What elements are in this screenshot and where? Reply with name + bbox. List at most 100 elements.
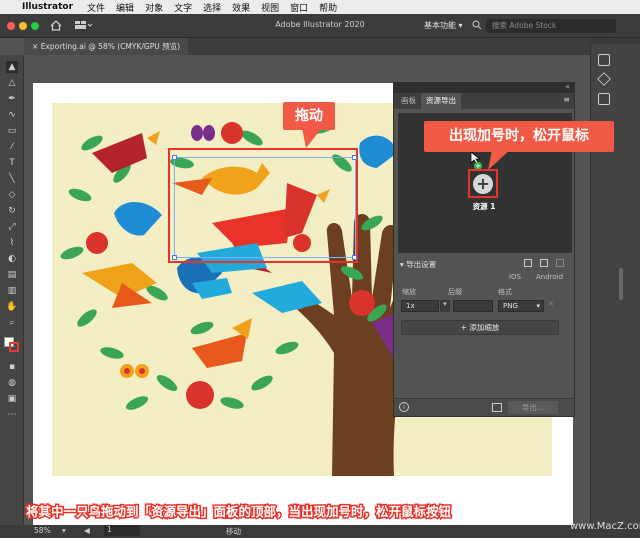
add-scale-button[interactable]: + 添加缩放 — [401, 320, 559, 335]
draw-mode-icon[interactable]: ◍ — [6, 377, 18, 389]
panel-menu-icon[interactable]: ≡ — [563, 95, 570, 104]
chevron-down-icon[interactable]: ▾ — [440, 300, 450, 312]
shape-builder-tool-icon[interactable]: ◐ — [6, 253, 18, 265]
menu-effect[interactable]: 效果 — [232, 1, 250, 14]
document-tab-bar: × Exporting.ai @ 58% (CMYK/GPU 预览) — [24, 38, 624, 55]
minimize-window-button[interactable] — [19, 22, 27, 30]
type-tool-icon[interactable]: T — [6, 157, 18, 169]
export-button[interactable]: 导出... — [508, 401, 558, 414]
delete-icon[interactable] — [556, 259, 564, 267]
zoom-level[interactable]: 58% — [34, 526, 51, 535]
drag-callout-pointer — [302, 128, 322, 148]
tools-panel: ▲ △ ✒ ∿ ▭ ⁄ T ╲ ◇ ↻ ⤢ ⌇ ◐ ▤ ▥ ✋ ⌕ ▪ ◍ ▣ … — [0, 55, 24, 525]
graph-tool-icon[interactable]: ▥ — [6, 285, 18, 297]
suffix-column-label: 后缀 — [448, 288, 462, 296]
menu-select[interactable]: 选择 — [203, 1, 221, 14]
menu-help[interactable]: 帮助 — [319, 1, 337, 14]
zoom-window-button[interactable] — [31, 22, 39, 30]
current-tool-label: 移动 — [226, 527, 241, 536]
scale-select[interactable]: 1x — [401, 300, 439, 312]
right-panel-dock — [590, 38, 640, 525]
chevron-down-icon[interactable]: ▾ — [62, 526, 66, 535]
menu-object[interactable]: 对象 — [145, 1, 163, 14]
direct-selection-tool-icon[interactable]: △ — [6, 77, 18, 89]
export-settings-header[interactable]: ▾ 导出设置 — [400, 259, 436, 270]
screen-mode-icon[interactable]: ▣ — [6, 393, 18, 405]
bounding-box-handle[interactable] — [352, 155, 357, 160]
libraries-panel-icon[interactable] — [598, 93, 610, 105]
hand-tool-icon[interactable]: ✋ — [6, 301, 18, 313]
bounding-box-handle[interactable] — [172, 155, 177, 160]
adobe-stock-search-input[interactable]: 搜索 Adobe Stock — [486, 19, 616, 33]
menu-file[interactable]: 文件 — [87, 1, 105, 14]
mac-menu-bar: Illustrator 文件 编辑 对象 文字 选择 效果 视图 窗口 帮助 — [0, 0, 640, 14]
bounding-box-handle[interactable] — [172, 255, 177, 260]
scale-column-label: 缩放 — [402, 288, 416, 296]
rotate-tool-icon[interactable]: ↻ — [6, 205, 18, 217]
remove-scale-icon[interactable]: ✕ — [548, 300, 554, 308]
pen-tool-icon[interactable]: ✒ — [6, 93, 18, 105]
panel-tabs: 画板 资源导出 ≡ — [394, 93, 574, 109]
release-callout-pointer — [488, 150, 510, 170]
chevron-down-icon: ▾ — [458, 21, 463, 30]
ios-preset-icon[interactable] — [524, 259, 532, 267]
bounding-box-handle[interactable] — [352, 255, 357, 260]
zoom-tool-icon[interactable]: ⌕ — [6, 317, 18, 329]
menu-type[interactable]: 文字 — [174, 1, 192, 14]
drag-callout: 拖动 — [283, 102, 335, 130]
dock-collapse-bar — [591, 38, 640, 44]
gradient-tool-icon[interactable]: ▤ — [6, 269, 18, 281]
curvature-tool-icon[interactable]: ∿ — [6, 109, 18, 121]
asset-name-label[interactable]: 资源 1 — [464, 201, 504, 212]
document-tab[interactable]: × Exporting.ai @ 58% (CMYK/GPU 预览) — [24, 38, 189, 55]
menu-window[interactable]: 窗口 — [290, 1, 308, 14]
selection-tool-icon[interactable]: ▲ — [6, 61, 18, 73]
scale-value: 1x — [406, 302, 415, 310]
menu-view[interactable]: 视图 — [261, 1, 279, 14]
panel-drag-bar[interactable]: « — [394, 82, 574, 93]
android-label[interactable]: Android — [536, 273, 563, 281]
workspace-label: 基本功能 — [424, 21, 456, 30]
export-for-screens-icon[interactable] — [492, 403, 502, 412]
format-select[interactable]: PNG ▾ — [498, 300, 544, 312]
suffix-input[interactable] — [453, 300, 493, 312]
tab-close-icon[interactable]: × — [32, 42, 38, 51]
selection-bounding-box[interactable] — [174, 157, 356, 258]
search-icon — [472, 20, 482, 30]
panel-footer: i 导出... — [394, 398, 574, 416]
workspace-switcher[interactable]: 基本功能 ▾ — [424, 20, 463, 31]
info-icon[interactable]: i — [399, 402, 409, 412]
arrange-documents-icon[interactable] — [74, 20, 92, 30]
tab-artboards[interactable]: 画板 — [396, 93, 421, 109]
tutorial-caption: 将其中一只鸟拖动到「资源导出」面板的顶部，当出现加号时，松开鼠标按钮 — [24, 503, 452, 521]
paintbrush-tool-icon[interactable]: ⁄ — [6, 141, 18, 153]
add-asset-glyph: + — [476, 174, 490, 193]
release-callout: 出现加号时，松开鼠标 — [424, 121, 614, 152]
home-icon[interactable] — [50, 20, 62, 31]
tab-asset-export[interactable]: 资源导出 — [421, 93, 461, 109]
eyedropper-tool-icon[interactable]: ⌇ — [6, 237, 18, 249]
app-menu-illustrator[interactable]: Illustrator — [22, 2, 73, 12]
stroke-color-swatch[interactable] — [9, 342, 19, 352]
panel-collapse-icon[interactable]: « — [565, 82, 570, 91]
artboard-number-field[interactable]: 1 — [104, 525, 140, 536]
line-tool-icon[interactable]: ╲ — [6, 173, 18, 185]
previous-artboard-icon[interactable]: ◀ — [84, 526, 90, 535]
eraser-tool-icon[interactable]: ◇ — [6, 189, 18, 201]
dock-scrollbar[interactable] — [619, 268, 623, 300]
layers-panel-icon[interactable] — [597, 72, 611, 86]
ios-label[interactable]: iOS — [509, 273, 521, 281]
status-bar: 58% ▾ ◀ 1 移动 — [0, 525, 640, 538]
rectangle-tool-icon[interactable]: ▭ — [6, 125, 18, 137]
menu-edit[interactable]: 编辑 — [116, 1, 134, 14]
color-mode-icon[interactable]: ▪ — [6, 361, 18, 373]
export-settings-title: 导出设置 — [406, 260, 437, 269]
app-title-bar: Adobe Illustrator 2020 基本功能 ▾ 搜索 Adobe S… — [0, 14, 640, 38]
more-tools-icon[interactable]: ⋯ — [6, 409, 18, 421]
format-column-label: 格式 — [498, 288, 512, 296]
properties-panel-icon[interactable] — [598, 54, 610, 66]
android-preset-icon[interactable] — [540, 259, 548, 267]
add-asset-plus-icon[interactable]: + — [473, 174, 493, 194]
close-window-button[interactable] — [7, 22, 15, 30]
scale-tool-icon[interactable]: ⤢ — [6, 221, 18, 233]
